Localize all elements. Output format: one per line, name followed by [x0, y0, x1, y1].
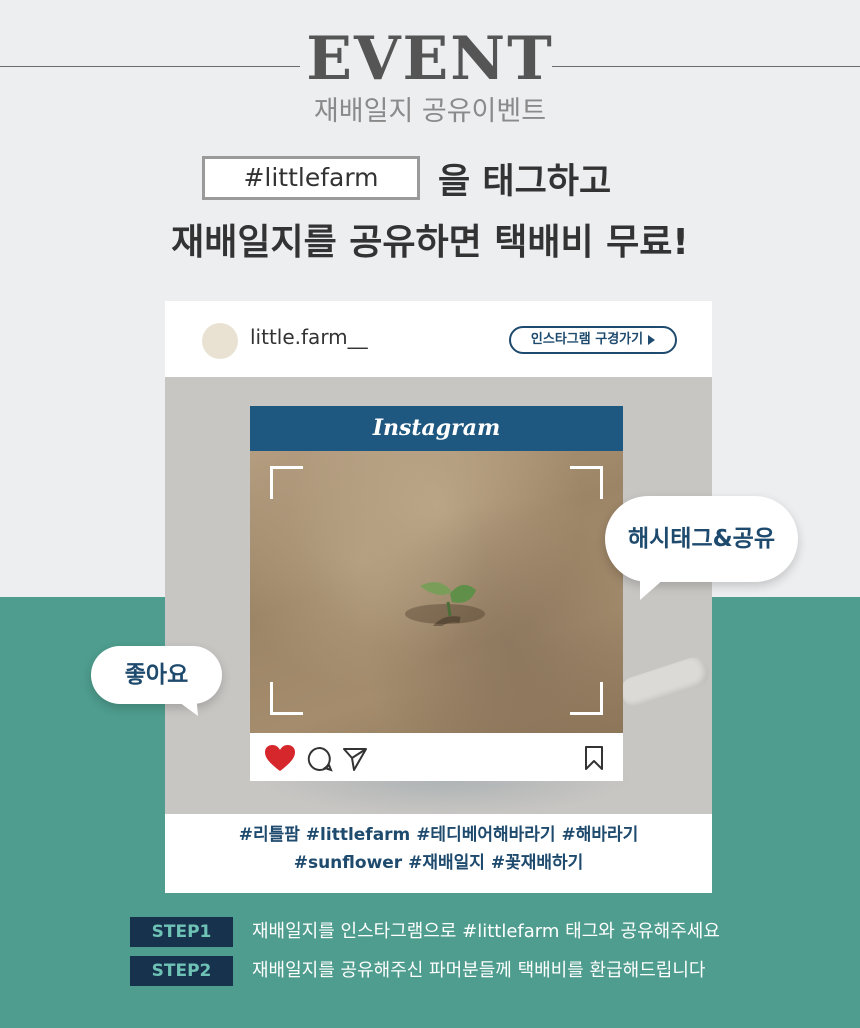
like-speech-bubble: 좋아요	[91, 646, 222, 704]
event-title: EVENT	[306, 24, 554, 94]
share-bubble-tail	[640, 572, 672, 600]
sprout-illustration	[405, 582, 485, 626]
avatar[interactable]	[202, 323, 238, 359]
heart-icon[interactable]	[264, 744, 296, 772]
share-speech-bubble: 해시태그&공유	[605, 496, 798, 582]
instagram-visit-button[interactable]: 인스타그램 구경가기	[509, 326, 677, 354]
pen-object	[617, 653, 712, 711]
event-subtitle: 재배일지 공유이벤트	[313, 96, 547, 127]
send-icon[interactable]	[342, 746, 368, 772]
frame-corner	[270, 682, 303, 715]
step-badge: STEP2	[130, 956, 233, 986]
sprout-photo	[250, 451, 623, 733]
hashtags-line1: #리틀팜 #littlefarm #테디베어해바라기 #해바라기	[238, 825, 639, 845]
frame-corner	[270, 466, 303, 499]
hashtags: #리틀팜 #littlefarm #테디베어해바라기 #해바라기 #sunflo…	[165, 821, 712, 877]
step-text: 재배일지를 공유해주신 파머분들께 택배비를 환급해드립니다	[252, 960, 706, 981]
hashtags-line2: #sunflower #재배일지 #꽃재배하기	[293, 853, 584, 873]
comment-icon[interactable]	[307, 746, 333, 772]
play-triangle-icon	[648, 334, 656, 345]
instagram-visit-label: 인스타그램 구경가기	[530, 332, 644, 347]
instagram-frame: Instagram	[250, 406, 623, 781]
bookmark-icon[interactable]	[584, 745, 604, 771]
hashtag-box: #littlefarm	[202, 156, 420, 200]
frame-corner	[570, 682, 603, 715]
like-bubble-tail	[168, 694, 198, 716]
post-header: little.farm__ 인스타그램 구경가기	[165, 301, 712, 377]
step-badge: STEP1	[130, 917, 233, 947]
instagram-logo: Instagram	[250, 406, 623, 451]
frame-corner	[570, 466, 603, 499]
headline-line1-rest: 을 태그하고	[438, 162, 612, 202]
username[interactable]: little.farm__	[250, 325, 368, 349]
post-actions	[250, 733, 623, 781]
step-text: 재배일지를 인스타그램으로 #littlefarm 태그와 공유해주세요	[252, 921, 720, 942]
headline-line2: 재배일지를 공유하면 택배비 무료!	[171, 222, 689, 263]
